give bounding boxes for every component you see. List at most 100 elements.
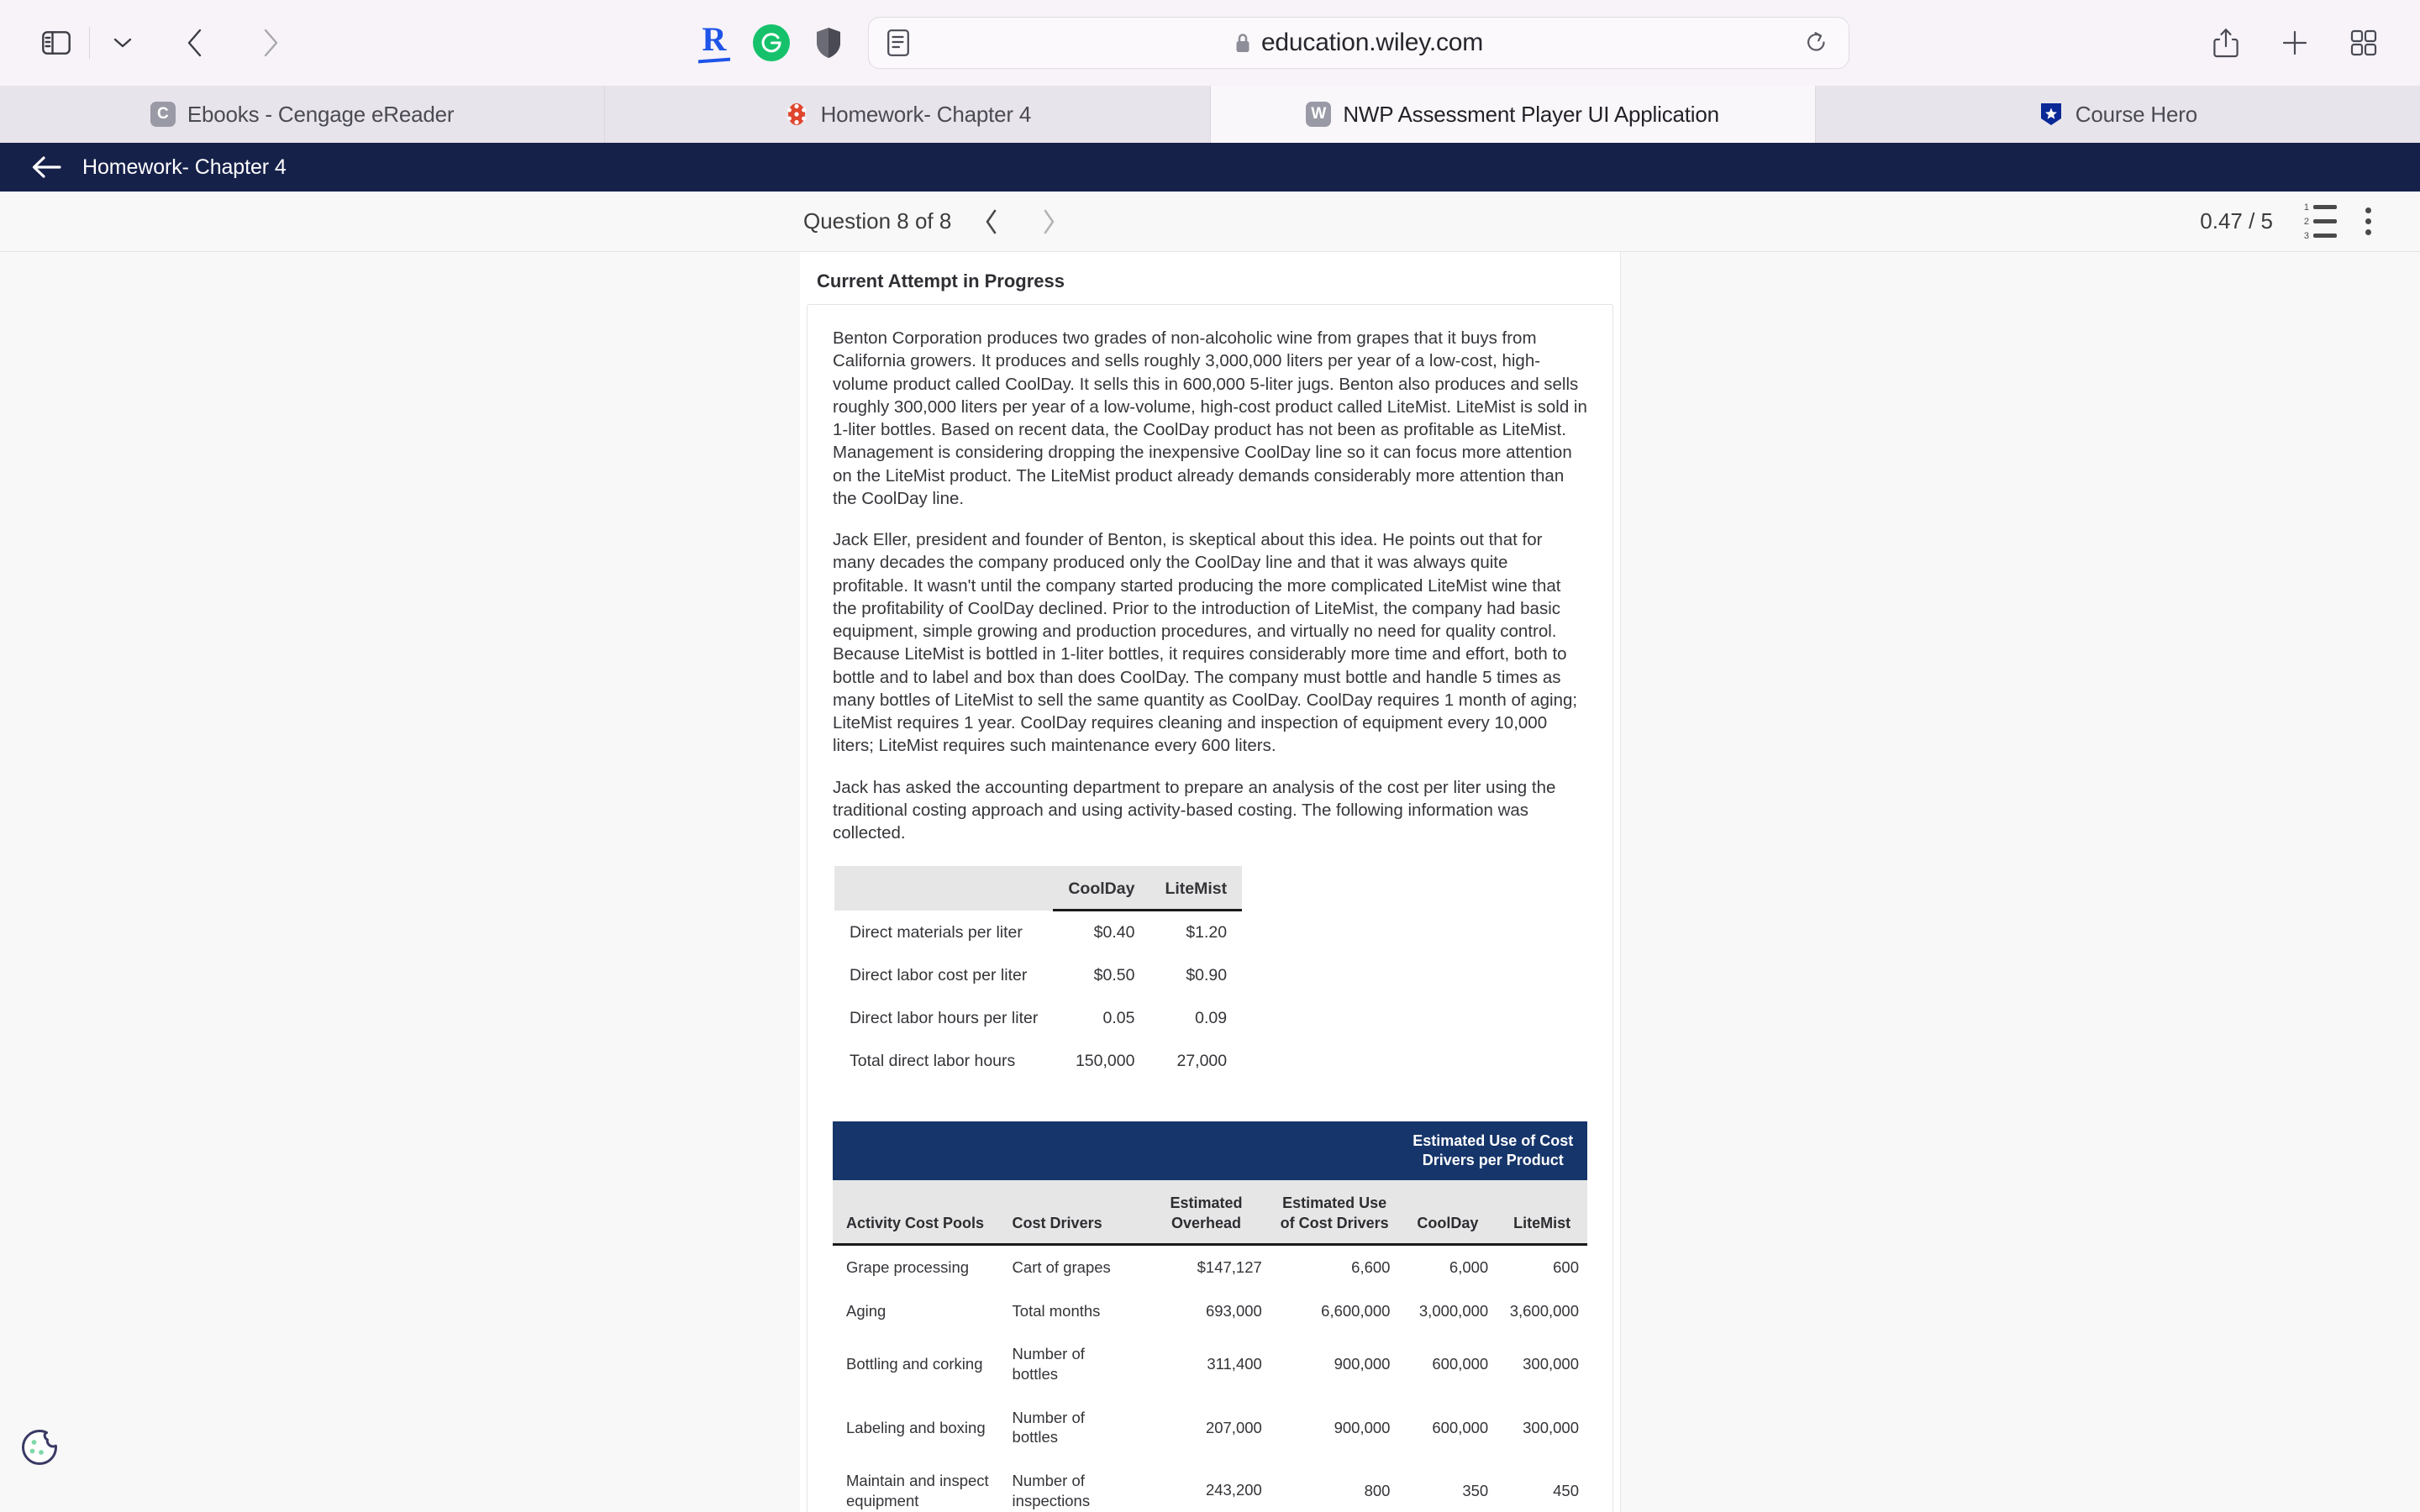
cell-driver: Number of bottles <box>1012 1345 1085 1383</box>
extensions-group: R <box>690 18 853 67</box>
rakuten-underline <box>698 57 730 63</box>
col-header-activity-cost-pools: Activity Cost Pools <box>833 1180 999 1247</box>
tab-label: NWP Assessment Player UI Application <box>1343 101 1719 127</box>
tab-bar: C Ebooks - Cengage eReader Homework- Cha… <box>0 86 2420 143</box>
table-row: Bottling and corking Number of bottles 3… <box>833 1332 1587 1395</box>
reload-icon[interactable] <box>1805 30 1828 55</box>
cell-litemist: $1.20 <box>1186 923 1228 942</box>
table-row: Direct labor hours per liter 0.05 0.09 <box>834 997 1242 1040</box>
browser-toolbar: R education.wiley.com <box>0 0 2420 86</box>
cell-litemist: 300,000 <box>1523 1418 1579 1436</box>
shield-privacy-extension-icon[interactable] <box>804 18 853 67</box>
col-header-litemist: LiteMist <box>1150 866 1243 912</box>
table-header-row: Activity Cost Pools Cost Drivers Estimat… <box>833 1180 1587 1247</box>
chevron-left-icon[interactable] <box>975 205 1008 239</box>
cell-litemist: 450 <box>1553 1481 1579 1499</box>
question-position-label: Question 8 of 8 <box>803 208 952 234</box>
share-icon[interactable] <box>2200 17 2252 69</box>
cell-overhead: 693,000 <box>1205 1301 1262 1320</box>
tab-label: Homework- Chapter 4 <box>820 101 1032 127</box>
cell-pool: Aging <box>846 1301 886 1320</box>
toolbar-divider <box>89 27 90 59</box>
question-nav-left: Question 8 of 8 <box>803 205 1065 239</box>
back-arrow-icon[interactable] <box>30 155 62 180</box>
left-gutter <box>0 252 800 1512</box>
cell-pool: Labeling and boxing <box>846 1418 986 1436</box>
paragraph-3: Jack has asked the accounting department… <box>833 777 1556 843</box>
wiley-favicon-letter: W <box>1306 102 1332 127</box>
tab-nwp-assessment-player[interactable]: W NWP Assessment Player UI Application <box>1210 86 1816 143</box>
right-gutter <box>1621 252 2420 1512</box>
cell-use: 900,000 <box>1334 1418 1391 1436</box>
cell-coolday: 0.05 <box>1102 1009 1135 1028</box>
cookie-consent-icon[interactable] <box>15 1423 64 1472</box>
url-text: education.wiley.com <box>1260 29 1484 56</box>
reader-view-icon[interactable] <box>887 29 909 56</box>
row-label: Direct materials per liter <box>850 922 1023 942</box>
cell-coolday: $0.40 <box>1093 923 1135 942</box>
tab-label: Ebooks - Cengage eReader <box>187 101 455 127</box>
lock-icon <box>1234 32 1251 54</box>
cell-coolday: 150,000 <box>1075 1052 1135 1071</box>
row-label: Total direct labor hours <box>850 1052 1016 1071</box>
grammarly-extension-icon[interactable] <box>747 18 796 67</box>
cell-litemist: 0.09 <box>1195 1009 1228 1028</box>
cell-litemist: $0.90 <box>1186 966 1228 985</box>
band-blank <box>833 1121 1399 1181</box>
question-nav-bar: Question 8 of 8 0.47 / 5 1 2 3 <box>0 192 2420 252</box>
wiley-favicon-icon: W <box>1306 102 1332 127</box>
forward-icon[interactable] <box>245 17 297 69</box>
cell-coolday: $0.50 <box>1093 966 1135 985</box>
new-tab-icon[interactable] <box>2269 17 2321 69</box>
cell-use: 6,600,000 <box>1321 1301 1391 1320</box>
address-bar[interactable]: education.wiley.com <box>868 17 1849 69</box>
chevron-right-icon[interactable] <box>1032 205 1065 239</box>
chevron-down-icon[interactable] <box>97 17 149 69</box>
canvas-favicon-icon <box>784 102 809 127</box>
cell-coolday: 350 <box>1462 1481 1489 1499</box>
cell-pool: Maintain and inspect equipment <box>846 1472 989 1509</box>
paragraph-2: Jack Eller, president and founder of Ben… <box>833 530 1578 756</box>
cell-driver: Number of bottles <box>1012 1408 1085 1446</box>
score-display: 0.47 / 5 <box>2200 208 2273 234</box>
tab-label: Course Hero <box>2075 101 2197 127</box>
cell-litemist: 600 <box>1553 1258 1579 1277</box>
cell-use: 900,000 <box>1334 1355 1391 1373</box>
table-row: Maintain and inspect equipment Number of… <box>833 1459 1587 1512</box>
tab-overview-icon[interactable] <box>2338 17 2390 69</box>
toolbar-right-group <box>2200 17 2390 69</box>
col-header-cost-drivers: Cost Drivers <box>998 1180 1143 1247</box>
tab-course-hero[interactable]: Course Hero <box>1815 86 2420 143</box>
address-bar-content: education.wiley.com <box>869 29 1849 57</box>
list-row-number: 3 <box>2303 230 2309 241</box>
col-header-estimated-overhead: Estimated Overhead <box>1142 1180 1270 1247</box>
table-row: Labeling and boxing Number of bottles 20… <box>833 1396 1587 1459</box>
cengage-favicon-letter: C <box>150 102 176 127</box>
table-header-row: CoolDay LiteMist <box>834 866 1243 912</box>
col-header-litemist: LiteMist <box>1497 1180 1587 1247</box>
col-header-estimated-use-cost-drivers: Estimated Use of Cost Drivers <box>1270 1180 1399 1247</box>
table-row: Total direct labor hours 150,000 27,000 <box>834 1040 1242 1083</box>
sidebar-icon[interactable] <box>30 17 82 69</box>
cell-use: 6,600 <box>1351 1258 1391 1277</box>
numbered-list-icon[interactable]: 1 2 3 <box>2302 202 2337 241</box>
cell-coolday: 6,000 <box>1449 1258 1489 1277</box>
kebab-menu-icon[interactable] <box>2365 207 2371 235</box>
col-header-blank <box>834 866 1054 911</box>
cell-driver: Cart of grapes <box>1012 1258 1111 1277</box>
back-icon[interactable] <box>169 17 221 69</box>
table-row: Aging Total months 693,000 6,600,000 3,0… <box>833 1289 1587 1333</box>
row-label: Direct labor cost per liter <box>850 966 1028 985</box>
cell-litemist: 27,000 <box>1176 1052 1228 1071</box>
rakuten-glyph: R <box>702 19 727 58</box>
app-bar: Homework- Chapter 4 <box>0 143 2420 192</box>
cell-overhead: 243,200 <box>1205 1481 1262 1499</box>
question-page: Current Attempt in Progress Benton Corpo… <box>0 252 2420 1512</box>
activity-cost-pools-table: Estimated Use of Cost Drivers per Produc… <box>833 1121 1587 1512</box>
cell-driver: Total months <box>1012 1301 1101 1320</box>
rakuten-extension-icon[interactable]: R <box>690 18 739 67</box>
tab-homework-chapter-4[interactable]: Homework- Chapter 4 <box>605 86 1211 143</box>
tab-ebooks-cengage[interactable]: C Ebooks - Cengage eReader <box>0 86 606 143</box>
paragraph-1: Benton Corporation produces two grades o… <box>833 328 1587 508</box>
content-right-edge <box>1620 252 1621 1512</box>
